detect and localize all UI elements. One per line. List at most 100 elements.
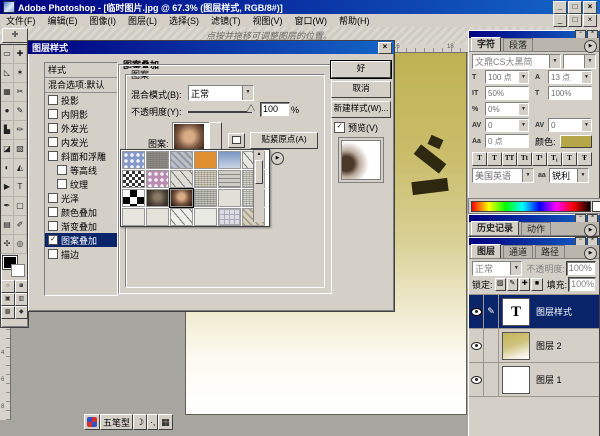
quick-mask-button[interactable]: ◙ (15, 280, 29, 293)
chevron-down-icon[interactable]: ▼ (519, 120, 528, 131)
healing-brush-tool[interactable]: ● (1, 102, 14, 121)
char-value-field[interactable]: 50% (485, 86, 529, 100)
layer-thumbnail[interactable] (502, 332, 530, 360)
checkbox-icon[interactable] (57, 179, 67, 189)
font-family-select[interactable]: 文鼎CS大黑简 ▼ (472, 54, 561, 69)
char-value-field[interactable]: 0%▼ (485, 102, 529, 116)
menu-item[interactable]: 视图(V) (247, 14, 289, 27)
char-value-field[interactable]: 0▼ (548, 118, 592, 132)
pattern-swatch[interactable] (218, 151, 241, 169)
ime-keyboard-button[interactable]: ▦ (158, 414, 173, 430)
anti-alias-select[interactable]: 锐利 ▼ (549, 168, 589, 183)
style-item[interactable]: 描边 (45, 247, 117, 261)
blend-mode-select[interactable]: 正常 ▼ (188, 85, 254, 101)
menu-item[interactable]: 编辑(E) (42, 14, 84, 27)
checkbox-icon[interactable] (48, 151, 58, 161)
style-item[interactable]: 渐变叠加 (45, 219, 117, 233)
doc-minimize-button[interactable]: _ (553, 14, 567, 27)
notes-tool[interactable]: ▤ (1, 216, 14, 235)
font-style-select[interactable]: ▼ (563, 54, 596, 69)
ime-method-button[interactable]: 五笔型 (100, 414, 133, 430)
pattern-picker-scrollbar[interactable]: ▲ (253, 150, 264, 222)
snap-to-origin-button[interactable]: 贴紧原点(A) (250, 132, 318, 149)
pattern-swatch[interactable] (218, 189, 241, 207)
chevron-down-icon[interactable]: ▼ (584, 55, 595, 68)
style-item[interactable]: 颜色叠加 (45, 205, 117, 219)
screen-mode-full-menu[interactable]: ▥ (15, 293, 29, 306)
dialog-close-icon[interactable]: × (378, 42, 392, 54)
opacity-slider-track[interactable] (188, 111, 252, 113)
menu-item[interactable]: 帮助(H) (333, 14, 376, 27)
text-style-button[interactable]: T₁ (547, 152, 562, 166)
style-item[interactable]: 等高线 (45, 163, 117, 177)
layer-thumbnail[interactable] (502, 366, 530, 394)
standard-mode-button[interactable]: ○ (1, 280, 15, 293)
layer-row[interactable]: 图层 2 (469, 329, 599, 363)
checkbox-icon[interactable] (48, 221, 58, 231)
checkbox-icon[interactable] (57, 165, 67, 175)
doc-close-button[interactable]: × (583, 14, 597, 27)
tab-channels[interactable]: 通道 (503, 245, 533, 258)
ime-fullhalf-button[interactable]: ☽ (133, 414, 147, 430)
shape-tool[interactable]: ▢ (14, 197, 27, 216)
history-brush-tool[interactable]: ✏ (14, 121, 27, 140)
pattern-swatch[interactable] (194, 151, 217, 169)
opacity-input[interactable]: 100 (260, 102, 290, 117)
tab-history[interactable]: 历史记录 (471, 221, 519, 235)
lock-image-icon[interactable]: ✎ (507, 278, 518, 291)
checkbox-icon[interactable] (48, 249, 58, 259)
pattern-swatch[interactable] (170, 208, 193, 226)
text-style-button[interactable]: T¹ (532, 152, 547, 166)
menu-item[interactable]: 图像(I) (84, 14, 123, 27)
pen-tool[interactable]: ✒ (1, 197, 14, 216)
text-style-button[interactable]: Ŧ (577, 152, 592, 166)
ime-logo-button[interactable] (84, 414, 100, 430)
eyedropper-tool[interactable]: ✐ (14, 216, 27, 235)
cancel-button[interactable]: 取消 (331, 81, 391, 98)
lock-transparency-icon[interactable]: ▨ (495, 278, 506, 291)
style-item[interactable]: ✓图案叠加 (45, 233, 117, 247)
pattern-swatch[interactable] (122, 170, 145, 188)
pattern-swatch[interactable] (170, 151, 193, 169)
menu-item[interactable]: 滤镜(T) (205, 14, 247, 27)
language-select[interactable]: 美国英语 ▼ (472, 168, 534, 183)
restore-button[interactable]: □ (568, 1, 582, 14)
chevron-down-icon[interactable]: ▼ (582, 120, 591, 131)
palette-menu-arrow-icon[interactable]: ▶ (584, 247, 597, 260)
crop-tool[interactable]: ▦ (1, 83, 14, 102)
tab-actions[interactable]: 动作 (521, 222, 551, 235)
checkbox-icon[interactable] (48, 109, 58, 119)
pattern-swatch[interactable] (122, 151, 145, 169)
style-item[interactable]: 内阴影 (45, 107, 117, 121)
slice-tool[interactable]: ✂ (14, 83, 27, 102)
checkbox-icon[interactable] (48, 95, 58, 105)
pattern-swatch[interactable] (194, 208, 217, 226)
tab-paths[interactable]: 路径 (535, 245, 565, 258)
tab-paragraph[interactable]: 段落 (503, 38, 533, 51)
dialog-titlebar[interactable]: 图层样式 × (28, 41, 394, 54)
gradient-tool[interactable]: ▧ (14, 140, 27, 159)
eraser-tool[interactable]: ◪ (1, 140, 14, 159)
tab-layers[interactable]: 图层 (471, 244, 501, 258)
char-value-field[interactable]: 100 点▼ (485, 70, 529, 84)
checkbox-icon[interactable]: ✓ (48, 235, 58, 245)
pattern-swatch[interactable] (218, 170, 241, 188)
checkbox-icon[interactable] (48, 137, 58, 147)
visibility-toggle[interactable] (469, 329, 484, 362)
text-style-button[interactable]: Tt (517, 152, 532, 166)
text-color-swatch[interactable] (560, 135, 592, 148)
style-item[interactable]: 投影 (45, 93, 117, 107)
chevron-down-icon[interactable]: ▼ (577, 169, 588, 182)
pattern-swatch[interactable] (170, 189, 193, 207)
text-style-button[interactable]: T (487, 152, 502, 166)
blending-options-item[interactable]: 混合选项:默认 (45, 78, 117, 93)
visibility-toggle[interactable] (469, 363, 484, 396)
checkbox-icon[interactable] (48, 193, 58, 203)
pattern-swatch[interactable] (194, 189, 217, 207)
char-value-field[interactable]: 100% (548, 86, 592, 100)
style-item[interactable]: 光泽 (45, 191, 117, 205)
layer-thumbnail[interactable]: T (502, 298, 530, 326)
screen-mode-standard[interactable]: ▣ (1, 293, 15, 306)
brush-tool[interactable]: ✎ (14, 102, 27, 121)
blur-tool[interactable]: ◐ (1, 159, 14, 178)
